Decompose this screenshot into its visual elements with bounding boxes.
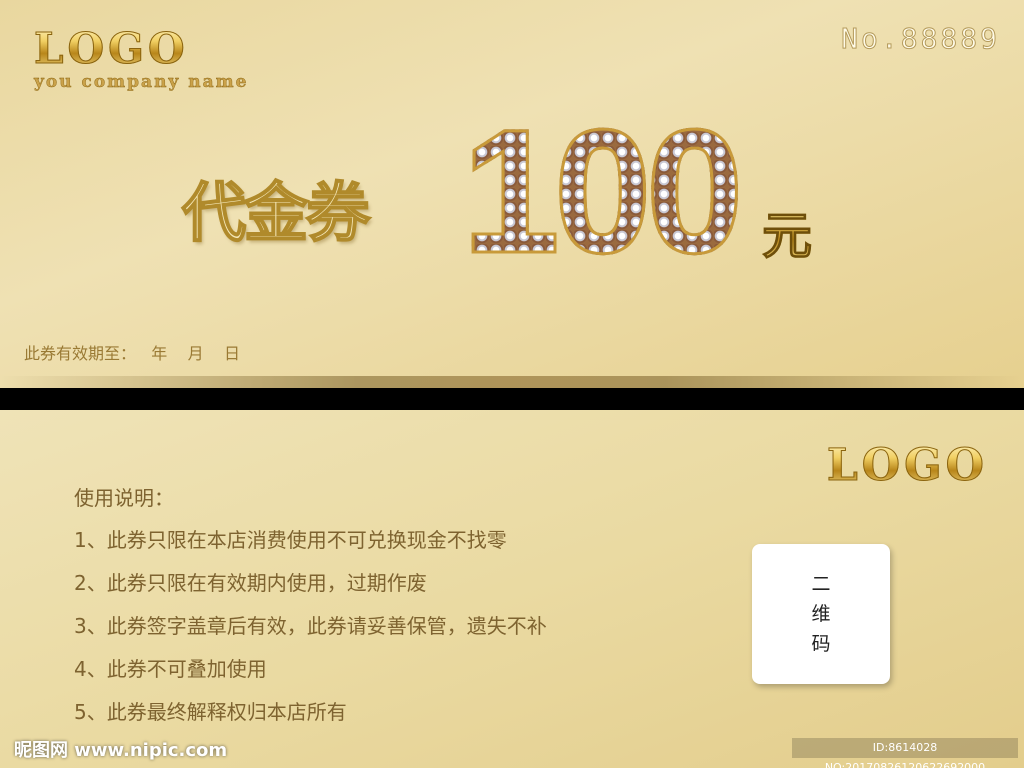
- card-divider: [0, 388, 1024, 410]
- voucher-amount: 100: [461, 94, 746, 290]
- instruction-item: 5、此券最终解释权归本店所有: [74, 700, 347, 724]
- expiry-label: 此券有效期至：: [24, 344, 137, 363]
- voucher-back: LOGO 使用说明： 1、此券只限在本店消费使用不可兑换现金不找零 2、此券只限…: [0, 410, 1024, 768]
- qr-code-label: 二维码: [811, 573, 831, 655]
- back-logo: LOGO: [826, 440, 988, 492]
- serial-number: No.88889: [841, 22, 1000, 56]
- instruction-item: 3、此券签字盖章后有效，此券请妥善保管，遗失不补: [74, 614, 547, 638]
- instructions-list: 使用说明： 1、此券只限在本店消费使用不可兑换现金不找零 2、此券只限在有效期内…: [74, 482, 547, 740]
- instruction-item: 4、此券不可叠加使用: [74, 657, 267, 681]
- instruction-item: 2、此券只限在有效期内使用，过期作废: [74, 571, 427, 595]
- voucher-title: 代金券: [181, 176, 371, 252]
- front-logo: LOGO: [34, 24, 189, 74]
- currency-unit: 元: [762, 196, 813, 268]
- instructions-heading: 使用说明：: [74, 486, 174, 510]
- expiry-line: 此券有效期至： 年 月 日: [24, 340, 240, 364]
- card-edge-shine: [0, 376, 1024, 388]
- company-name: you company name: [34, 72, 249, 92]
- site-watermark: 昵图网 www.nipic.com: [14, 740, 228, 761]
- voucher-front: LOGO you company name No.88889 代金券 100 元…: [0, 0, 1024, 388]
- qr-code-placeholder: 二维码: [752, 544, 890, 684]
- instruction-item: 1、此券只限在本店消费使用不可兑换现金不找零: [74, 528, 507, 552]
- image-id-stamp: ID:8614028 NO:20170826120622692000: [792, 738, 1018, 768]
- expiry-date-template: 年 月 日: [151, 344, 240, 363]
